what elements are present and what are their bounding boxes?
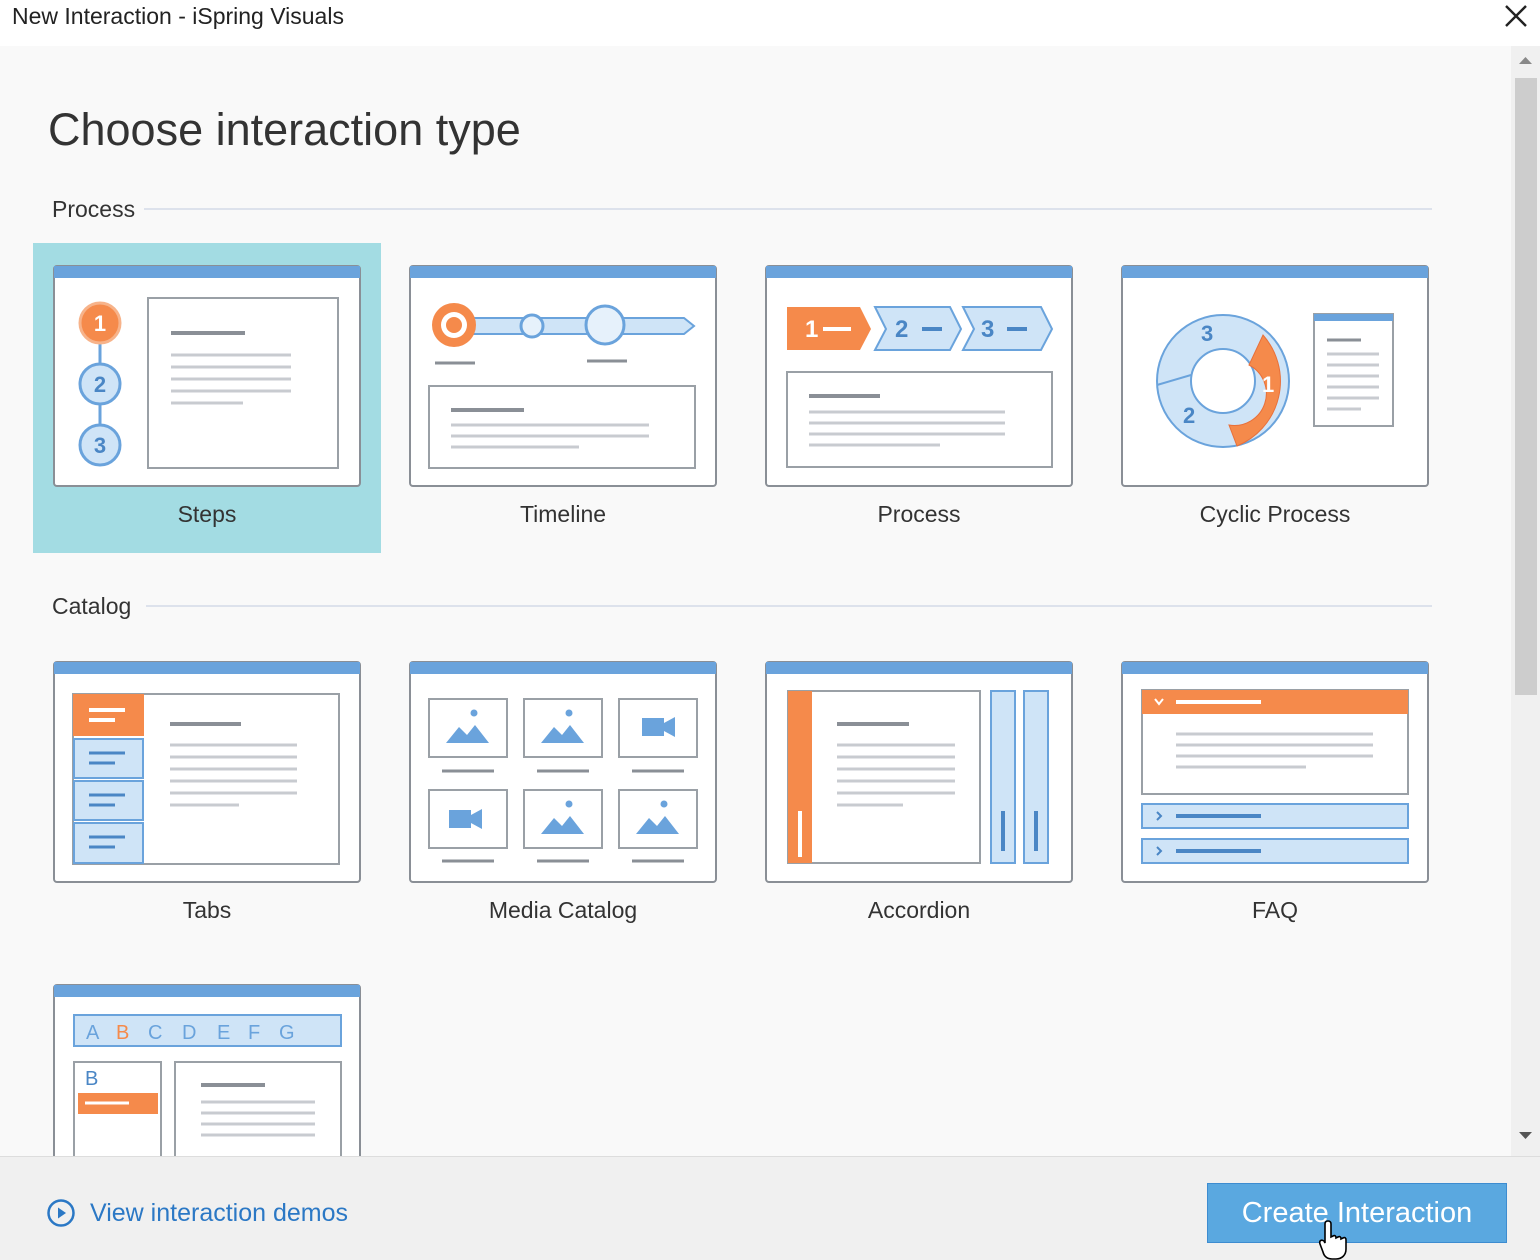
cyclic-process-thumbnail: 3 2 1 — [1121, 265, 1429, 487]
tile-label-timeline: Timeline — [519, 501, 607, 527]
tile-label-cyclic-process: Cyclic Process — [1199, 501, 1351, 527]
glossary-letter-f: F — [248, 1022, 260, 1044]
glossary-letter-a: A — [86, 1022, 100, 1044]
glossary-letter-e: E — [217, 1022, 230, 1044]
tile-accordion[interactable]: Accordion — [745, 639, 1093, 949]
process-num-2: 2 — [895, 316, 908, 343]
tile-tabs[interactable]: Tabs — [33, 639, 381, 949]
process-thumbnail: 1 2 3 — [765, 265, 1073, 487]
steps-num-1: 1 — [94, 311, 106, 336]
glossary-letter-g: G — [279, 1022, 295, 1044]
steps-thumbnail: 1 2 3 — [53, 265, 361, 487]
tile-label-faq: FAQ — [1251, 897, 1298, 923]
glossary-selected-letter: B — [85, 1068, 98, 1090]
vertical-scrollbar[interactable] — [1511, 46, 1540, 1156]
title-bar: New Interaction - iSpring Visuals — [0, 0, 1540, 46]
glossary-letter-c: C — [148, 1022, 162, 1044]
view-demos-link[interactable]: View interaction demos — [46, 1195, 348, 1231]
accordion-thumbnail — [765, 661, 1073, 883]
hand-cursor-icon — [1318, 1220, 1347, 1260]
tile-label-steps: Steps — [177, 501, 237, 527]
tile-steps[interactable]: 1 2 3 Steps — [33, 243, 381, 553]
section-divider — [144, 208, 1432, 210]
content-area: Choose interaction type Process 1 2 3 St… — [0, 46, 1511, 1156]
process-num-3: 3 — [981, 316, 994, 343]
steps-num-3: 3 — [94, 433, 106, 458]
tile-label-media-catalog: Media Catalog — [488, 897, 638, 923]
process-num-1: 1 — [805, 316, 818, 343]
glossary-letter-d: D — [182, 1022, 196, 1044]
tile-process[interactable]: 1 2 3 Process — [745, 243, 1093, 553]
timeline-thumbnail — [409, 265, 717, 487]
tile-label-process: Process — [877, 501, 961, 527]
cyclic-num-3: 3 — [1201, 321, 1213, 346]
window-title: New Interaction - iSpring Visuals — [12, 3, 344, 29]
play-circle-icon — [47, 1199, 75, 1227]
steps-num-2: 2 — [94, 372, 106, 397]
tabs-thumbnail — [53, 661, 361, 883]
dialog-footer: View interaction demos Create Interactio… — [0, 1156, 1540, 1260]
tile-timeline[interactable]: Timeline — [389, 243, 737, 553]
cyclic-num-1: 1 — [1262, 372, 1274, 397]
tile-cyclic-process[interactable]: 3 2 1 Cyclic Process — [1101, 243, 1449, 553]
tile-media-catalog[interactable]: Media Catalog — [389, 639, 737, 949]
glossary-letter-b: B — [116, 1022, 129, 1044]
section-divider — [146, 605, 1432, 607]
section-label-catalog: Catalog — [52, 593, 132, 619]
scrollbar-thumb[interactable] — [1515, 78, 1537, 695]
tile-faq[interactable]: FAQ — [1101, 639, 1449, 949]
tile-label-accordion: Accordion — [867, 897, 971, 923]
create-interaction-button[interactable]: Create Interaction — [1207, 1183, 1507, 1243]
scroll-down-icon[interactable] — [1519, 1130, 1532, 1140]
scroll-up-icon[interactable] — [1519, 56, 1532, 66]
tile-label-tabs: Tabs — [182, 897, 232, 923]
section-label-process: Process — [52, 196, 136, 222]
cyclic-num-2: 2 — [1183, 403, 1195, 428]
page-title: Choose interaction type — [48, 104, 521, 155]
glossary-thumbnail: A B C D E F G B — [53, 984, 361, 1156]
media-catalog-thumbnail — [409, 661, 717, 883]
close-icon[interactable] — [1496, 0, 1536, 38]
faq-thumbnail — [1121, 661, 1429, 883]
view-demos-label: View interaction demos — [90, 1198, 349, 1227]
tile-glossary[interactable]: A B C D E F G B — [33, 962, 381, 1156]
